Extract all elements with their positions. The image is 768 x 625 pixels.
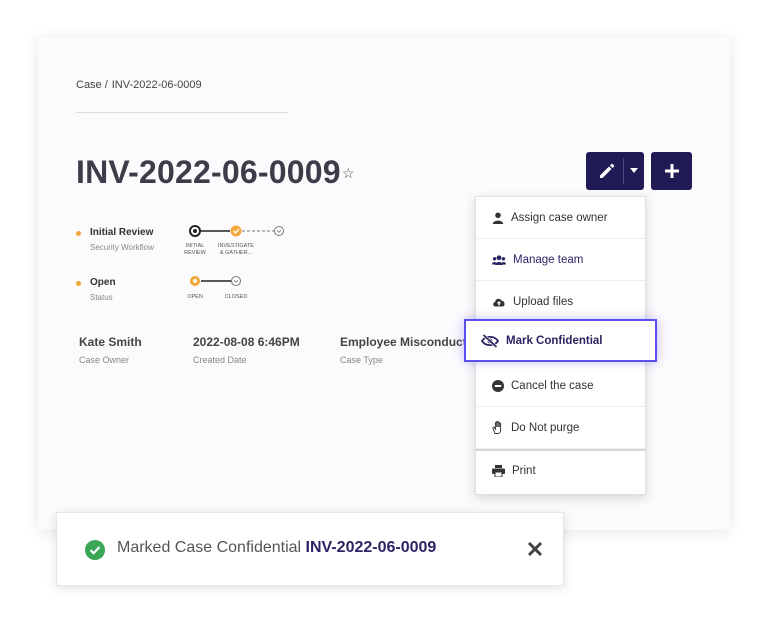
workflow-step-label: INVESTIGATE & GATHER...	[218, 243, 254, 256]
menu-item-print[interactable]: Print	[476, 449, 645, 491]
created-date-value: 2022-08-08 6:46PM	[193, 335, 300, 349]
menu-item-label: Assign case owner	[511, 211, 608, 224]
case-owner-field: Kate Smith Case Owner	[79, 335, 142, 365]
case-type-label: Case Type	[340, 355, 383, 365]
case-owner-label: Case Owner	[79, 355, 130, 365]
status-label: Open	[90, 277, 116, 288]
menu-item-label: Print	[512, 465, 536, 477]
menu-item-label: Manage team	[513, 253, 584, 266]
actions-dropdown-menu: Assign case owner Manage team Upload fil…	[464, 196, 657, 495]
breadcrumb-separator: /	[104, 79, 108, 91]
pencil-icon	[600, 163, 615, 178]
status-pending-icon	[231, 276, 241, 286]
menu-item-manage-team[interactable]: Manage team	[476, 239, 645, 281]
minus-circle-icon	[492, 379, 504, 392]
menu-item-do-not-purge[interactable]: Do Not purge	[476, 407, 645, 449]
menu-item-label: Mark Confidential	[506, 334, 603, 347]
menu-item-assign-case-owner[interactable]: Assign case owner	[476, 197, 645, 239]
check-circle-icon	[85, 540, 105, 560]
chevron-down-icon[interactable]	[630, 168, 638, 173]
split-divider	[623, 158, 624, 184]
plus-icon	[664, 164, 679, 178]
status-step-label: CLOSED	[224, 294, 248, 300]
step-done-icon	[230, 225, 242, 237]
menu-item-label: Upload files	[513, 295, 574, 308]
case-type-value: Employee Misconduct	[340, 335, 464, 349]
add-button[interactable]	[651, 152, 692, 190]
status-stepper	[190, 276, 241, 286]
toast-case-id: INV-2022-06-0009	[305, 539, 437, 556]
user-icon	[492, 212, 504, 224]
workflow-label: Initial Review	[90, 227, 154, 238]
breadcrumb-divider	[76, 112, 288, 113]
menu-item-label: Cancel the case	[511, 379, 594, 392]
favorite-star-icon[interactable]: ☆	[342, 165, 355, 182]
menu-item-mark-confidential[interactable]: Mark Confidential	[464, 319, 657, 362]
cloud-upload-icon	[493, 298, 505, 307]
eye-slash-icon	[481, 333, 499, 348]
breadcrumb: Case / INV-2022-06-0009	[76, 79, 202, 91]
toast-text: Marked Case Confidential	[117, 539, 302, 556]
created-date-field: 2022-08-08 6:46PM Created Date	[193, 335, 300, 365]
breadcrumb-current: INV-2022-06-0009	[111, 79, 202, 91]
close-icon[interactable]	[527, 541, 543, 557]
edit-split-button[interactable]	[586, 152, 644, 190]
status-sublabel: Status	[90, 293, 113, 302]
menu-item-upload-files[interactable]: Upload files	[476, 281, 645, 323]
hand-icon	[492, 421, 502, 434]
menu-item-cancel-case[interactable]: Cancel the case	[476, 365, 645, 407]
case-owner-value: Kate Smith	[79, 335, 142, 349]
breadcrumb-root[interactable]: Case	[76, 79, 102, 91]
toast-message: Marked Case Confidential INV-2022-06-000…	[117, 539, 436, 557]
team-icon	[492, 254, 506, 265]
created-date-label: Created Date	[193, 355, 247, 365]
workflow-stepper	[189, 225, 284, 237]
workflow-step-label: INITIAL REVIEW	[184, 243, 206, 256]
step-pending-icon	[274, 226, 284, 236]
print-icon	[492, 465, 505, 477]
workflow-bullet-icon	[76, 231, 81, 236]
status-step-label: OPEN	[187, 294, 203, 300]
workflow-sublabel: Security Workflow	[90, 243, 154, 252]
case-type-field: Employee Misconduct Case Type	[340, 335, 464, 365]
menu-item-label: Do Not purge	[511, 421, 580, 434]
status-bullet-icon	[76, 281, 81, 286]
page-title: INV-2022-06-0009	[76, 154, 341, 190]
toast-notification: Marked Case Confidential INV-2022-06-000…	[56, 512, 564, 586]
